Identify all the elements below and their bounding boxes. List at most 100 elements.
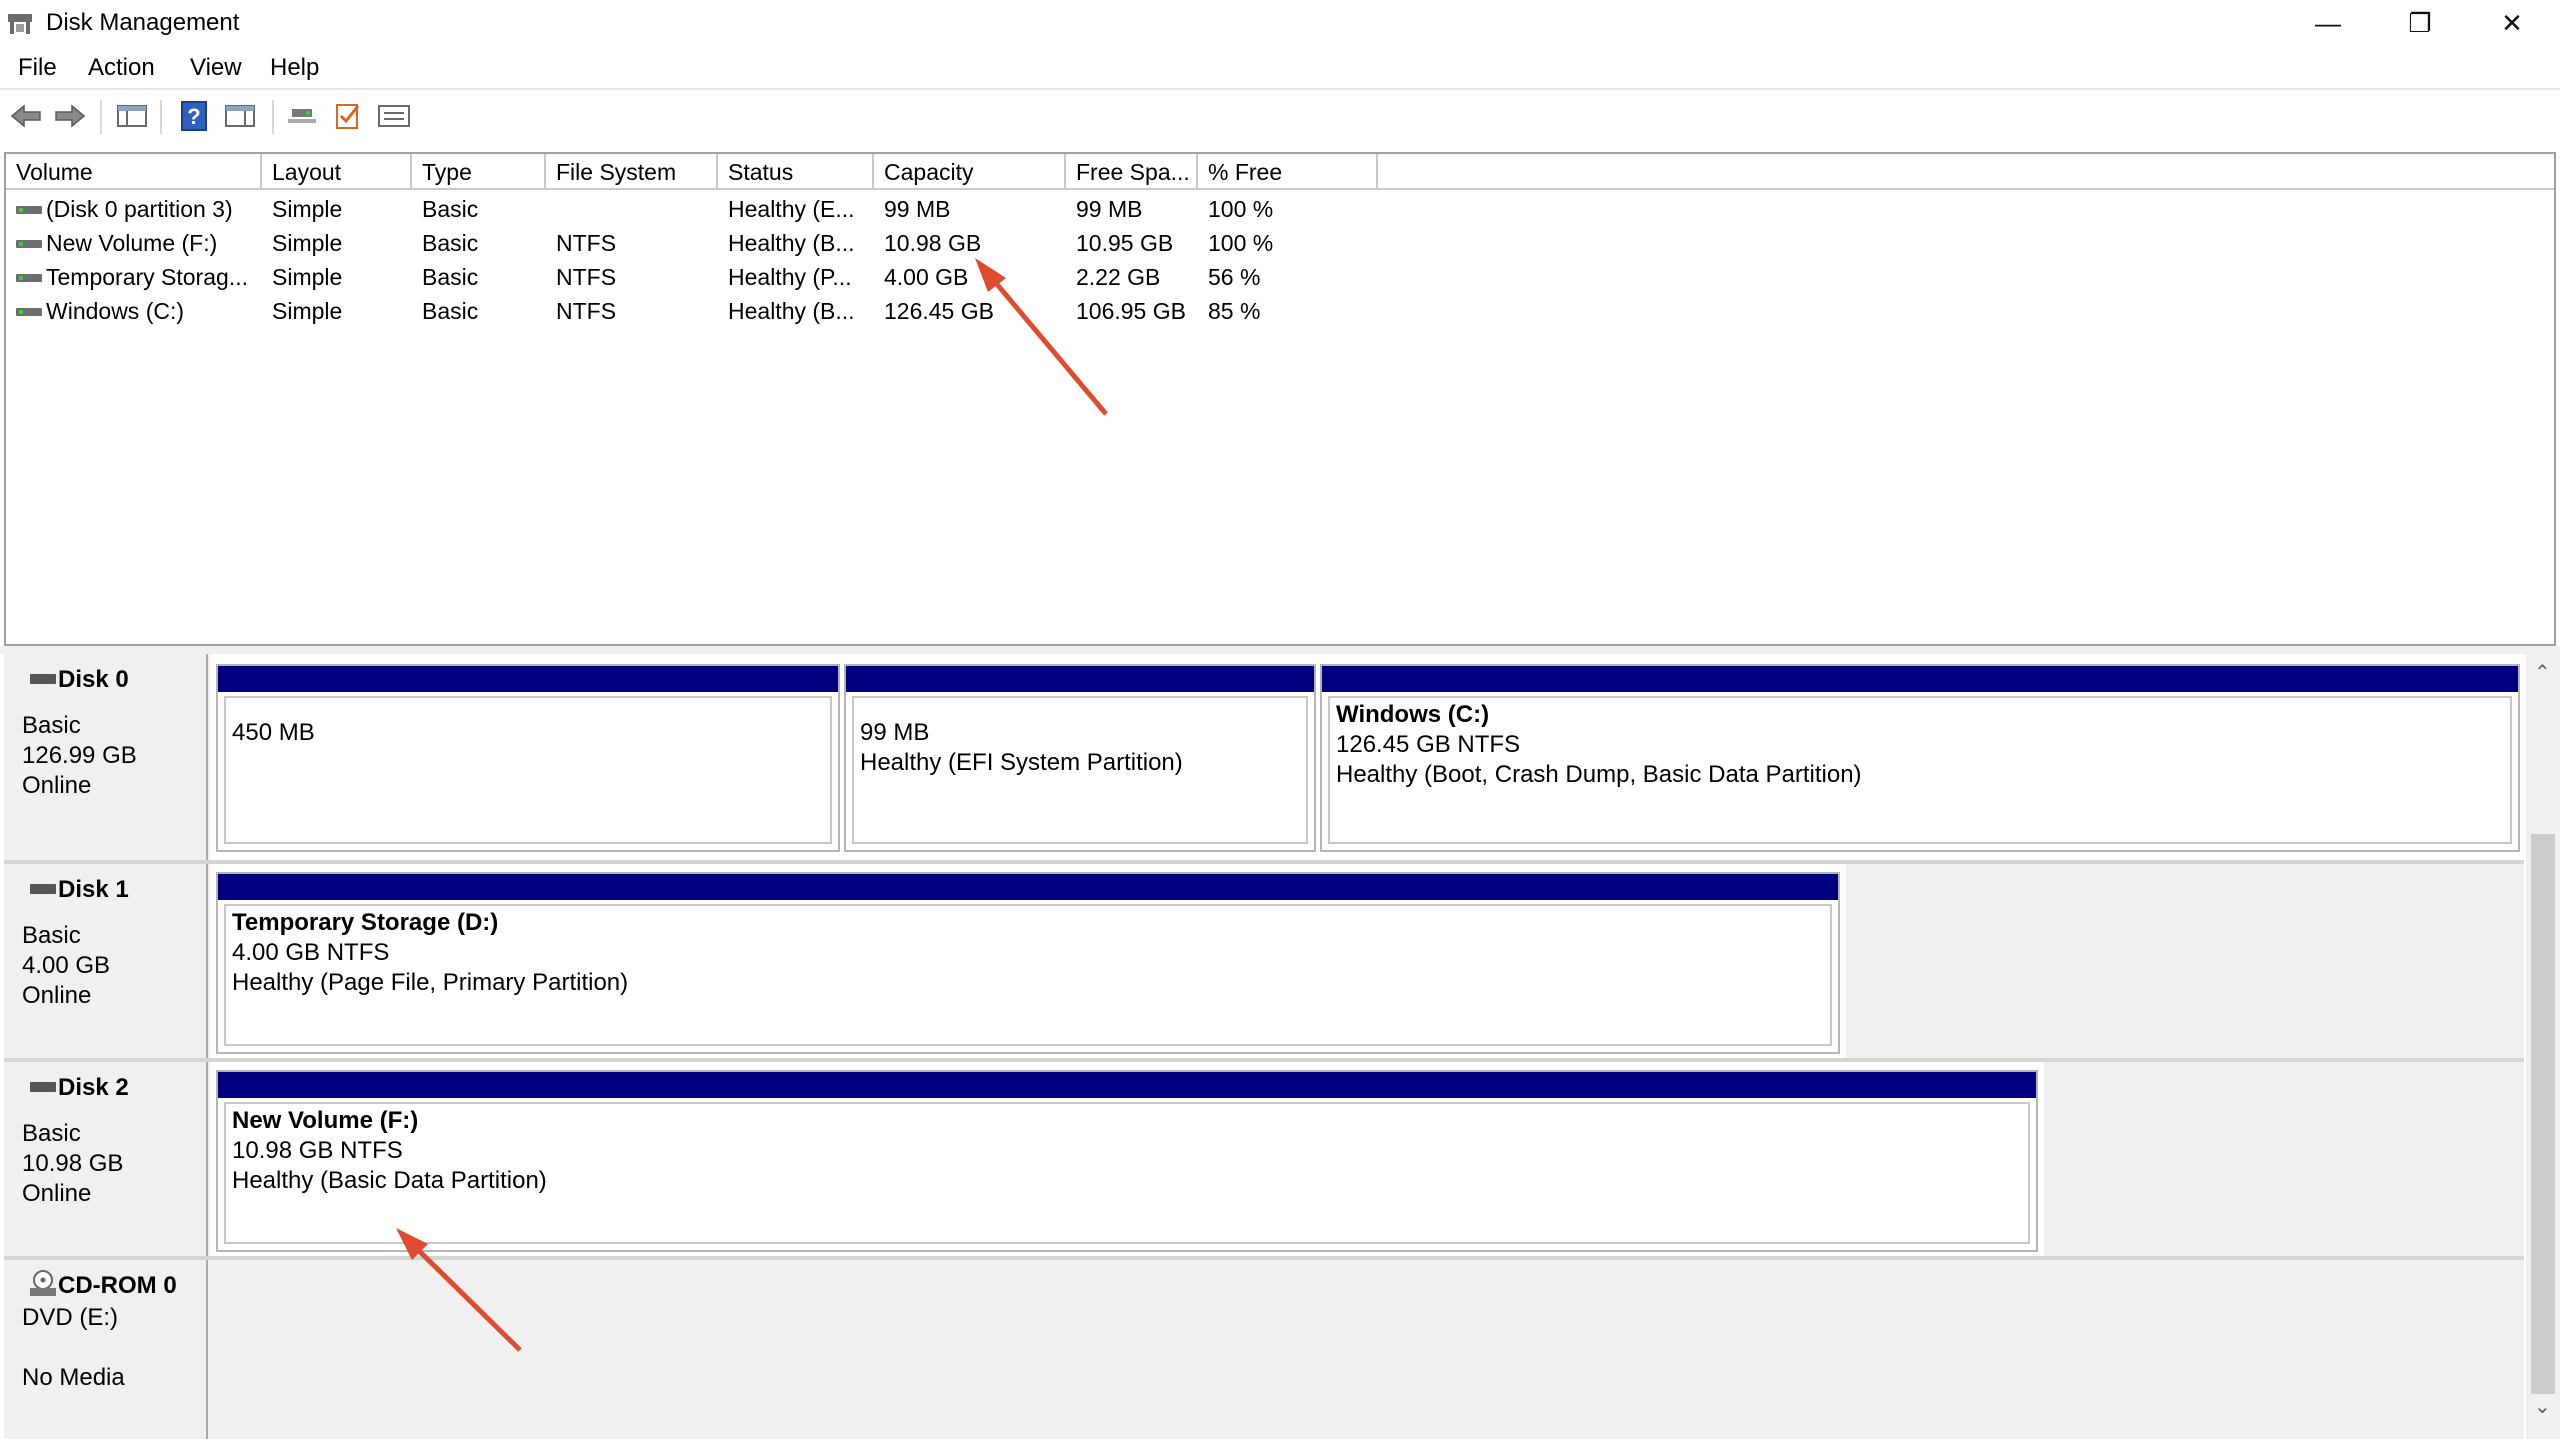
show-hide-console-tree-button[interactable] <box>114 100 150 132</box>
disk-2-partitions: New Volume (F:) 10.98 GB NTFS Healthy (B… <box>210 1062 2044 1256</box>
disk-0-label[interactable]: Disk 0 Basic 126.99 GB Online <box>4 654 208 860</box>
cell-free-space: 99 MB <box>1076 196 1143 222</box>
scroll-down-arrow-icon[interactable]: ⌄ <box>2534 1394 2551 1419</box>
properties-icon <box>378 105 410 127</box>
show-action-pane-button[interactable] <box>222 100 258 132</box>
menu-divider <box>0 88 2560 90</box>
cell-volume: Windows (C:) <box>46 298 185 324</box>
cell-layout: Simple <box>272 298 343 324</box>
partition-new-volume-f[interactable]: New Volume (F:) 10.98 GB NTFS Healthy (B… <box>216 1070 2038 1252</box>
cell-volume: New Volume (F:) <box>46 230 218 256</box>
disk-graphical-view: Disk 0 Basic 126.99 GB Online 450 MB 99 … <box>4 654 2524 1439</box>
disk-management-app-icon <box>8 14 32 34</box>
partition-title: Temporary Storage (D:) <box>232 909 499 936</box>
cd-drive-icon <box>30 1270 56 1296</box>
column-header-volume[interactable]: Volume <box>6 154 262 190</box>
column-header-type[interactable]: Type <box>412 154 546 190</box>
menu-action[interactable]: Action <box>88 54 155 82</box>
disk-name: Disk 2 <box>58 1074 129 1101</box>
partition-disk0-450mb[interactable]: 450 MB <box>216 664 840 852</box>
partition-bar <box>218 874 1838 900</box>
menu-file[interactable]: File <box>18 54 57 82</box>
window-title: Disk Management <box>46 9 240 36</box>
disk-row-divider <box>4 1256 2524 1260</box>
menu-view[interactable]: View <box>190 54 242 82</box>
disk-1-partitions: Temporary Storage (D:) 4.00 GB NTFS Heal… <box>210 864 1846 1058</box>
help-button[interactable]: ? <box>176 100 212 132</box>
cell-layout: Simple <box>272 196 343 222</box>
volume-drive-icon <box>16 306 42 318</box>
column-header-filler <box>1378 154 2554 190</box>
cell-capacity: 126.45 GB <box>884 298 994 324</box>
column-header-percent-free[interactable]: % Free <box>1198 154 1378 190</box>
back-button[interactable] <box>8 100 44 132</box>
column-header-capacity[interactable]: Capacity <box>874 154 1066 190</box>
connect-icon <box>288 109 316 123</box>
menu-bar: File Action View Help <box>0 50 2560 86</box>
console-tree-icon <box>117 105 147 127</box>
cell-status: Healthy (E... <box>728 196 855 222</box>
column-header-status[interactable]: Status <box>718 154 874 190</box>
cell-file-system: NTFS <box>556 264 617 290</box>
disk-icon <box>30 884 56 894</box>
table-row[interactable]: (Disk 0 partition 3) Simple Basic Health… <box>6 194 1406 228</box>
scroll-up-arrow-icon[interactable]: ⌃ <box>2534 660 2551 685</box>
volume-drive-icon <box>16 204 42 216</box>
cell-status: Healthy (P... <box>728 264 852 290</box>
back-arrow-icon <box>10 104 41 128</box>
menu-help[interactable]: Help <box>270 54 319 82</box>
checklist-icon <box>336 104 360 129</box>
minimize-button[interactable]: — <box>2282 0 2374 46</box>
partition-disk0-efi[interactable]: 99 MB Healthy (EFI System Partition) <box>844 664 1316 852</box>
cell-volume: (Disk 0 partition 3) <box>46 196 233 222</box>
disk-icon <box>30 1082 56 1092</box>
close-button[interactable]: ✕ <box>2466 0 2558 46</box>
partition-status: Healthy (Boot, Crash Dump, Basic Data Pa… <box>1336 761 1862 788</box>
restore-button[interactable]: ❐ <box>2374 0 2466 46</box>
cell-type: Basic <box>422 196 479 222</box>
partition-temporary-storage-d[interactable]: Temporary Storage (D:) 4.00 GB NTFS Heal… <box>216 872 1840 1054</box>
connect-button[interactable] <box>284 100 320 132</box>
disk-type: DVD (E:) <box>22 1304 118 1331</box>
disk-size: 126.99 GB <box>22 742 137 769</box>
cell-capacity: 99 MB <box>884 196 951 222</box>
cell-free-space: 106.95 GB <box>1076 298 1186 324</box>
table-row[interactable]: Temporary Storag... Simple Basic NTFS He… <box>6 262 1406 296</box>
partition-bar <box>218 1072 2036 1098</box>
cell-free-space: 2.22 GB <box>1076 264 1161 290</box>
partition-title: New Volume (F:) <box>232 1107 419 1134</box>
disk-2-label[interactable]: Disk 2 Basic 10.98 GB Online <box>4 1062 208 1256</box>
volume-drive-icon <box>16 238 42 250</box>
column-header-file-system[interactable]: File System <box>546 154 718 190</box>
cell-layout: Simple <box>272 230 343 256</box>
volume-list: Volume Layout Type File System Status Ca… <box>4 152 2556 646</box>
column-header-layout[interactable]: Layout <box>262 154 412 190</box>
cdrom-0-label[interactable]: CD-ROM 0 DVD (E:) No Media <box>4 1260 208 1439</box>
rescan-button[interactable] <box>330 100 366 132</box>
partition-windows-c[interactable]: Windows (C:) 126.45 GB NTFS Healthy (Boo… <box>1320 664 2520 852</box>
cell-capacity: 4.00 GB <box>884 264 969 290</box>
partition-size: 99 MB <box>860 719 930 746</box>
pane-splitter[interactable] <box>0 646 2560 654</box>
column-header-free-space[interactable]: Free Spa... <box>1066 154 1198 190</box>
cell-status: Healthy (B... <box>728 298 855 324</box>
graphical-pane-scrollbar[interactable]: ⌃ ⌄ <box>2526 654 2560 1439</box>
partition-status: Healthy (Basic Data Partition) <box>232 1167 547 1194</box>
disk-name: Disk 0 <box>58 666 129 693</box>
cell-capacity: 10.98 GB <box>884 230 982 256</box>
properties-button[interactable] <box>376 100 412 132</box>
table-row[interactable]: New Volume (F:) Simple Basic NTFS Health… <box>6 228 1406 262</box>
table-row[interactable]: Windows (C:) Simple Basic NTFS Healthy (… <box>6 296 1406 330</box>
cell-file-system: NTFS <box>556 298 617 324</box>
partition-size: 4.00 GB NTFS <box>232 939 390 966</box>
partition-size: 450 MB <box>232 719 315 746</box>
partition-bar <box>1322 666 2518 692</box>
forward-button[interactable] <box>52 100 88 132</box>
toolbar: ? <box>0 92 2560 142</box>
disk-icon <box>30 674 56 684</box>
toolbar-separator <box>160 100 162 134</box>
disk-1-label[interactable]: Disk 1 Basic 4.00 GB Online <box>4 864 208 1058</box>
partition-bar <box>218 666 838 692</box>
partition-status: Healthy (Page File, Primary Partition) <box>232 969 629 996</box>
scrollbar-thumb[interactable] <box>2531 834 2555 1394</box>
